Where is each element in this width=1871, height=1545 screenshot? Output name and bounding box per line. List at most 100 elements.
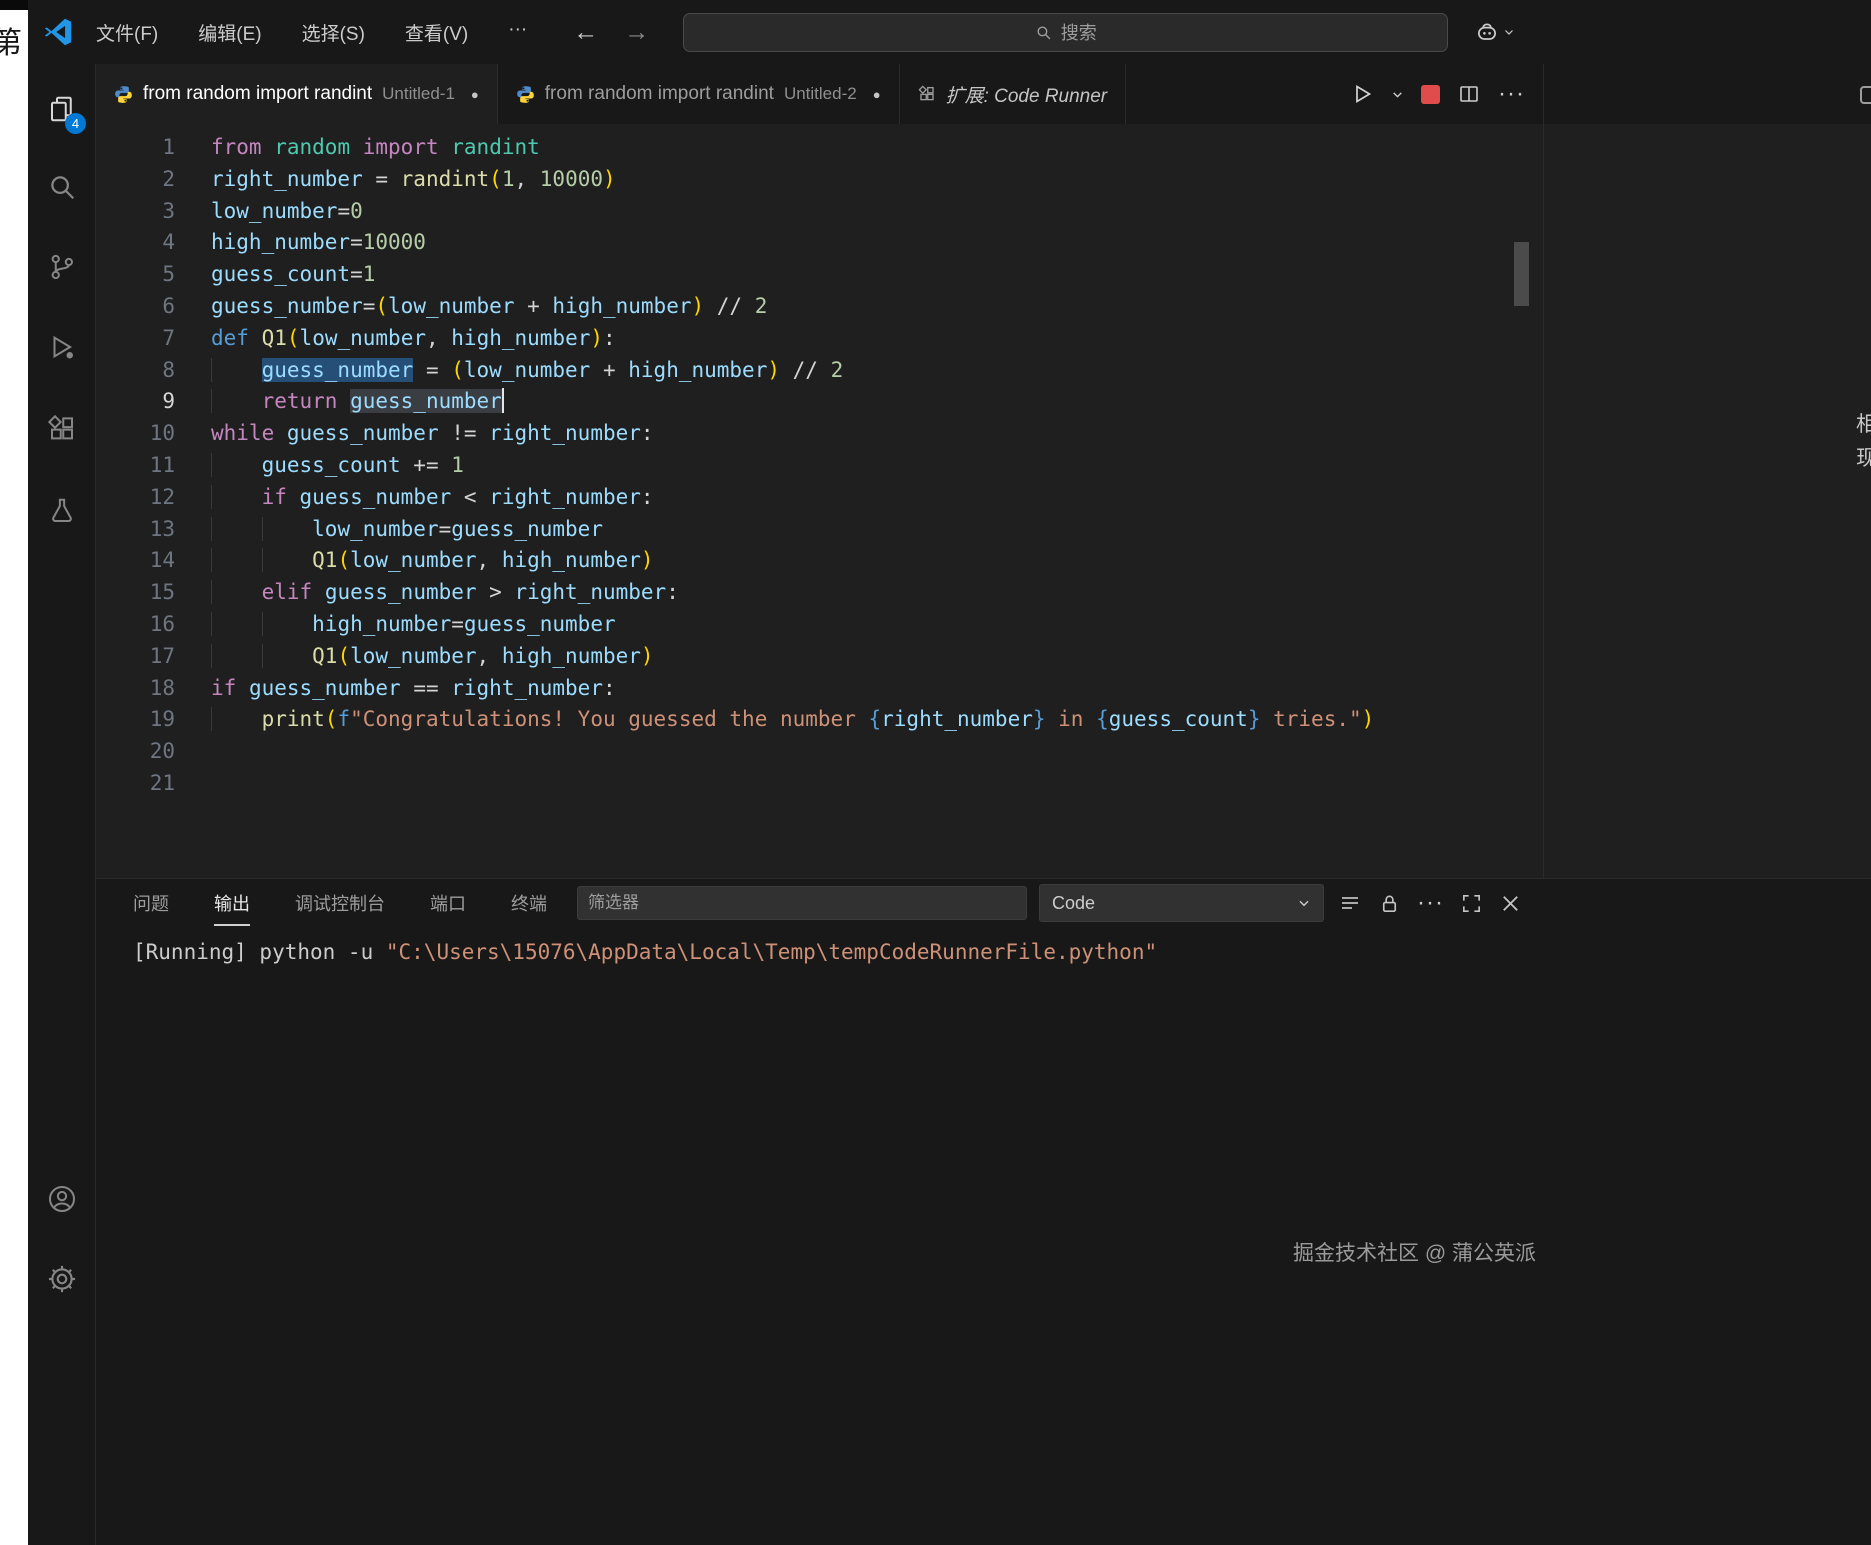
page-margin-text: 第 bbox=[0, 18, 22, 62]
code-line[interactable]: 3low_number=0 bbox=[96, 196, 1543, 228]
code-line[interactable]: 18if guess_number == right_number: bbox=[96, 673, 1543, 705]
run-debug-icon[interactable] bbox=[28, 320, 96, 374]
tab-Untitled-1[interactable]: from random import randintUntitled-1● bbox=[96, 64, 498, 124]
code-line[interactable]: 2right_number = randint(1, 10000) bbox=[96, 164, 1543, 196]
tab-label: from random import randint bbox=[545, 83, 774, 105]
search-view-icon[interactable] bbox=[28, 160, 96, 214]
testing-icon[interactable] bbox=[28, 484, 96, 538]
panel-actions: ··· bbox=[1338, 889, 1522, 917]
tab-detail: Untitled-2 bbox=[784, 84, 857, 104]
code-line[interactable]: 5guess_count=1 bbox=[96, 259, 1543, 291]
code-text: guess_number=(low_number + high_number) … bbox=[175, 291, 767, 323]
panel-tab[interactable]: 终端 bbox=[511, 880, 547, 926]
output-line: [Running] python -u "C:\Users\15076\AppD… bbox=[96, 927, 1871, 967]
more-actions-icon[interactable]: ··· bbox=[1498, 80, 1525, 108]
menu-item[interactable]: ··· bbox=[502, 15, 533, 50]
close-panel-icon[interactable] bbox=[1499, 892, 1522, 915]
extensions-icon[interactable] bbox=[28, 402, 96, 456]
search-command-center[interactable]: 搜索 bbox=[683, 13, 1448, 52]
line-number: 9 bbox=[96, 386, 175, 418]
editor-tab-bar: from random import randintUntitled-1●fro… bbox=[96, 64, 1543, 124]
back-icon[interactable]: ← bbox=[573, 18, 598, 47]
code-line[interactable]: 10while guess_number != right_number: bbox=[96, 418, 1543, 450]
panel-tab[interactable]: 调试控制台 bbox=[295, 880, 385, 926]
python-icon bbox=[114, 85, 133, 104]
line-number: 12 bbox=[96, 482, 175, 514]
tab-detail: Untitled-1 bbox=[382, 84, 455, 104]
split-editor-icon[interactable] bbox=[1457, 82, 1481, 106]
code-line[interactable]: 20 bbox=[96, 736, 1543, 768]
code-line[interactable]: 11 guess_count += 1 bbox=[96, 450, 1543, 482]
line-number: 8 bbox=[96, 355, 175, 387]
copilot-icon bbox=[1474, 19, 1500, 45]
forward-icon[interactable]: → bbox=[624, 18, 649, 47]
code-line[interactable]: 19 print(f"Congratulations! You guessed … bbox=[96, 704, 1543, 736]
search-placeholder: 搜索 bbox=[1061, 19, 1097, 45]
menu-item[interactable]: 查看(V) bbox=[399, 15, 474, 50]
clipped-tab-bar bbox=[1544, 64, 1871, 124]
vscode-logo-icon bbox=[42, 15, 76, 49]
source-control-icon[interactable] bbox=[28, 240, 96, 294]
page-top-bar bbox=[0, 0, 28, 10]
settings-gear-icon[interactable] bbox=[28, 1252, 96, 1306]
code-text: low_number=guess_number bbox=[175, 514, 603, 546]
maximize-panel-icon[interactable] bbox=[1460, 892, 1483, 915]
code-line[interactable]: 4high_number=10000 bbox=[96, 227, 1543, 259]
code-text bbox=[175, 736, 211, 768]
code-line[interactable]: 8 guess_number = (low_number + high_numb… bbox=[96, 355, 1543, 387]
code-text: guess_number = (low_number + high_number… bbox=[175, 355, 843, 387]
account-icon[interactable] bbox=[28, 1172, 96, 1226]
modified-dot-icon[interactable]: ● bbox=[873, 87, 881, 102]
code-text: return guess_number bbox=[175, 386, 504, 418]
panel-tabs: 问题输出调试控制台端口终端 bbox=[133, 880, 547, 926]
menu-item[interactable]: 编辑(E) bbox=[192, 15, 267, 50]
line-number: 1 bbox=[96, 132, 175, 164]
more-actions-icon[interactable]: ··· bbox=[1417, 889, 1444, 917]
menu-item[interactable]: 选择(S) bbox=[296, 15, 371, 50]
panel-tab[interactable]: 输出 bbox=[214, 880, 250, 926]
code-line[interactable]: 17 Q1(low_number, high_number) bbox=[96, 641, 1543, 673]
code-line[interactable]: 15 elif guess_number > right_number: bbox=[96, 577, 1543, 609]
code-line[interactable]: 16 high_number=guess_number bbox=[96, 609, 1543, 641]
line-number: 17 bbox=[96, 641, 175, 673]
explorer-icon[interactable]: 4 bbox=[28, 82, 96, 136]
code-text: Q1(low_number, high_number) bbox=[175, 545, 654, 577]
line-number: 11 bbox=[96, 450, 175, 482]
line-number: 7 bbox=[96, 323, 175, 355]
stop-icon[interactable] bbox=[1421, 85, 1440, 104]
code-line[interactable]: 9 return guess_number bbox=[96, 386, 1543, 418]
code-line[interactable]: 21 bbox=[96, 768, 1543, 800]
watermark-text: 掘金技术社区 @ 蒲公英派 bbox=[1293, 1237, 1536, 1267]
clear-output-icon[interactable] bbox=[1338, 891, 1362, 915]
explorer-badge: 4 bbox=[65, 113, 86, 134]
panel-tab[interactable]: 端口 bbox=[430, 880, 466, 926]
clipped-text: 相 bbox=[1856, 408, 1871, 438]
run-code-icon[interactable] bbox=[1350, 82, 1374, 106]
search-icon bbox=[1035, 24, 1052, 41]
code-text: if guess_number < right_number: bbox=[175, 482, 654, 514]
run-dropdown-chevron-icon[interactable] bbox=[1391, 88, 1404, 101]
copilot-menu[interactable] bbox=[1474, 19, 1515, 45]
scrollbar[interactable] bbox=[1514, 242, 1529, 306]
code-line[interactable]: 13 low_number=guess_number bbox=[96, 514, 1543, 546]
code-line[interactable]: 14 Q1(low_number, high_number) bbox=[96, 545, 1543, 577]
tab-Untitled-2[interactable]: from random import randint Untitled-2 ● bbox=[498, 64, 900, 124]
code-editor[interactable]: 1from random import randint2right_number… bbox=[96, 124, 1543, 878]
chevron-down-icon bbox=[1503, 26, 1515, 38]
output-channel-select[interactable]: Code bbox=[1039, 884, 1324, 922]
code-line[interactable]: 6guess_number=(low_number + high_number)… bbox=[96, 291, 1543, 323]
tab-extension[interactable]: 扩展: Code Runner bbox=[900, 64, 1127, 124]
line-number: 21 bbox=[96, 768, 175, 800]
code-line[interactable]: 1from random import randint bbox=[96, 132, 1543, 164]
ext-icon bbox=[918, 85, 936, 103]
menu-item[interactable]: 文件(F) bbox=[90, 15, 164, 50]
lock-icon[interactable] bbox=[1378, 892, 1401, 915]
code-line[interactable]: 7def Q1(low_number, high_number): bbox=[96, 323, 1543, 355]
modified-dot-icon[interactable]: ● bbox=[471, 87, 479, 102]
filter-input[interactable] bbox=[577, 886, 1027, 920]
code-text: right_number = randint(1, 10000) bbox=[175, 164, 616, 196]
code-text: print(f"Congratulations! You guessed the… bbox=[175, 704, 1374, 736]
text-cursor bbox=[502, 388, 504, 413]
code-line[interactable]: 12 if guess_number < right_number: bbox=[96, 482, 1543, 514]
panel-tab[interactable]: 问题 bbox=[133, 880, 169, 926]
